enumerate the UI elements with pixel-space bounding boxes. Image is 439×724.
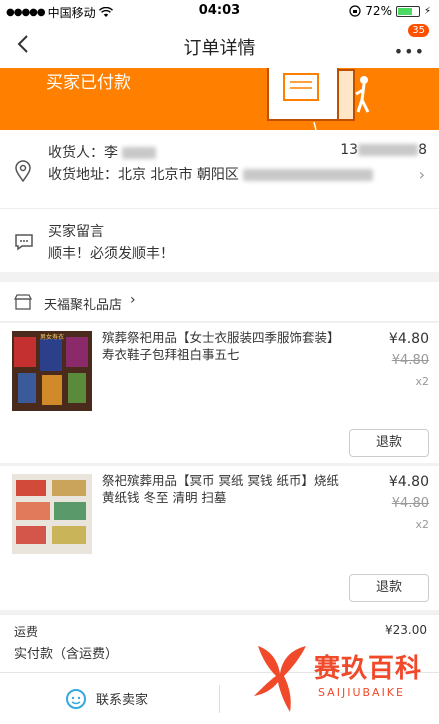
product-name: 殡葬祭祀用品【女士衣服装四季服饰套装】寿衣鞋子包拜祖白事五七 xyxy=(102,330,340,362)
shop-header[interactable]: 天福聚礼品店 › xyxy=(0,282,439,322)
status-bar: ●●●●● 中国移动 04:03 72% ⚡ xyxy=(0,0,439,22)
refund-button[interactable]: 退款 xyxy=(349,574,429,602)
location-pin-icon xyxy=(15,160,31,182)
navigation-bar: 订单详情 35 ••• xyxy=(0,22,439,68)
original-price: ¥4.80 xyxy=(391,496,429,511)
more-options-icon[interactable]: ••• xyxy=(394,42,425,61)
chevron-right-icon: › xyxy=(418,165,425,184)
whale-tail-logo-icon xyxy=(254,646,306,712)
chevron-right-icon: › xyxy=(130,292,136,308)
product-price: ¥4.80 xyxy=(388,331,429,347)
product-name: 祭祀殡葬用品【冥币 冥纸 冥钱 纸币】烧纸黄纸钱 冬至 清明 扫墓 xyxy=(102,473,339,505)
message-label: 买家留言 xyxy=(48,224,104,240)
shipping-label: 运费 xyxy=(14,625,39,639)
recipient-name: 收货人：李 xyxy=(48,142,157,162)
chat-face-icon xyxy=(66,689,86,709)
shipping-address[interactable]: 收货人：李 13 8 收货地址：北京 北京市 朝阳区 › xyxy=(0,130,439,208)
charging-icon: ⚡ xyxy=(423,5,431,17)
page-title: 订单详情 xyxy=(183,38,256,59)
message-bubble-icon xyxy=(15,234,33,251)
notification-badge: 35 xyxy=(408,24,429,37)
address-detail: 收货地址：北京 北京市 朝阳区 xyxy=(48,164,374,184)
product-price: ¥4.80 xyxy=(388,474,429,490)
divider xyxy=(219,685,220,713)
battery-percent: 72% xyxy=(365,4,392,18)
shop-name: 天福聚礼品店 xyxy=(44,298,123,313)
status-right: 72% ⚡ xyxy=(349,4,431,18)
list-item[interactable]: 男女寿衣 殡葬祭祀用品【女士衣服装四季服饰套装】寿衣鞋子包拜祖白事五七 ¥4.8… xyxy=(0,323,439,463)
product-quantity: x2 xyxy=(415,375,429,388)
product-quantity: x2 xyxy=(415,518,429,531)
watermark-subtext: SAIJIUBAIKE xyxy=(318,686,405,699)
order-status-banner: 买家已付款 xyxy=(0,68,439,130)
contact-seller-label: 联系卖家 xyxy=(96,693,149,708)
product-image xyxy=(12,474,92,554)
contact-seller-button[interactable]: 联系卖家 xyxy=(0,673,219,724)
package-illustration-icon xyxy=(267,68,370,130)
original-price: ¥4.80 xyxy=(391,353,429,368)
svg-text:男女寿衣: 男女寿衣 xyxy=(40,333,64,341)
recipient-phone: 13 8 xyxy=(340,142,427,158)
shipping-value: ¥23.00 xyxy=(385,623,427,637)
watermark-text: 赛玖百科 xyxy=(314,654,423,684)
order-status-text: 买家已付款 xyxy=(46,73,131,93)
battery-icon xyxy=(395,5,420,17)
product-image: 男女寿衣 xyxy=(12,331,92,411)
paid-total-label: 实付款（含运费） xyxy=(14,647,119,662)
list-item[interactable]: 祭祀殡葬用品【冥币 冥纸 冥钱 纸币】烧纸黄纸钱 冬至 清明 扫墓 ¥4.80 … xyxy=(0,466,439,610)
refund-button[interactable]: 退款 xyxy=(349,429,429,457)
message-content: 顺丰！必须发顺丰！ xyxy=(48,246,174,262)
orientation-lock-icon xyxy=(349,5,361,17)
watermark: 赛玖百科 SAIJIUBAIKE xyxy=(250,640,439,720)
store-icon xyxy=(14,294,32,310)
buyer-message: 买家留言 顺丰！必须发顺丰！ xyxy=(0,208,439,272)
